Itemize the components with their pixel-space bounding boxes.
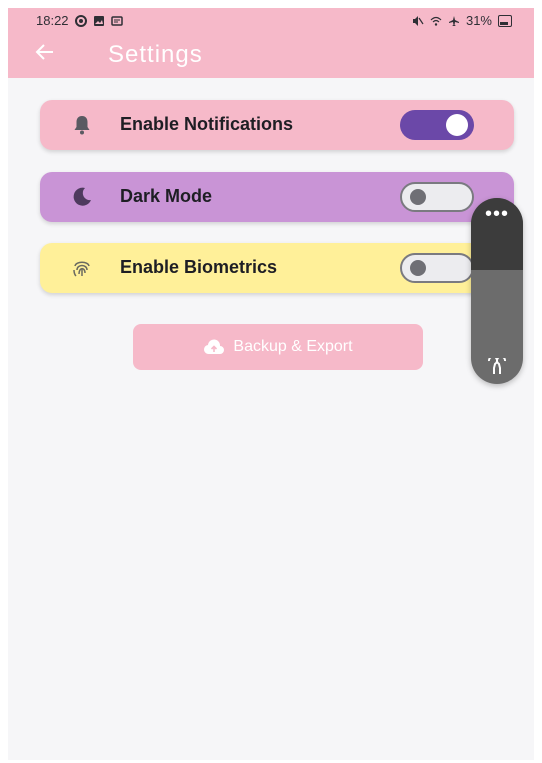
- arrow-left-icon: [35, 44, 53, 60]
- mute-icon: [412, 15, 424, 26]
- setting-label-biometrics: Enable Biometrics: [120, 257, 278, 277]
- fingerprint-icon: [73, 261, 90, 277]
- status-left: 18:22: [36, 13, 123, 28]
- dark-mode-toggle[interactable]: [400, 182, 474, 212]
- cloud-upload-icon: [204, 339, 225, 355]
- setting-card-biometrics[interactable]: Enable Biometrics: [40, 243, 514, 293]
- backup-export-button[interactable]: Backup & Export: [133, 324, 423, 370]
- status-bar: 18:22 31%: [8, 8, 534, 34]
- battery-icon: [498, 14, 512, 27]
- toggle-knob: [446, 114, 468, 136]
- battery-percentage: 31%: [465, 13, 492, 28]
- setting-card-notifications[interactable]: Enable Notifications: [40, 100, 514, 150]
- volume-panel[interactable]: •••: [471, 198, 523, 384]
- phone-screen: 18:22 31% Settings Enable Notifications …: [8, 8, 534, 760]
- toggle-knob: [410, 260, 426, 276]
- setting-card-dark-mode[interactable]: Dark Mode: [40, 172, 514, 222]
- message-notification-icon: [110, 15, 123, 26]
- moon-icon: [73, 187, 91, 206]
- back-button[interactable]: [34, 41, 62, 69]
- earbuds-icon[interactable]: [485, 358, 509, 376]
- toggle-knob: [410, 189, 426, 205]
- wifi-icon: [430, 16, 442, 26]
- notifications-toggle[interactable]: [400, 110, 474, 140]
- status-right: 31%: [412, 13, 512, 28]
- backup-export-label: Backup & Export: [233, 338, 353, 355]
- spiral-notification-icon: [74, 14, 87, 27]
- setting-label-notifications: Enable Notifications: [120, 114, 294, 134]
- airplane-mode-icon: [448, 15, 459, 26]
- app-bar: 18:22 31% Settings: [8, 8, 534, 78]
- setting-label-dark-mode: Dark Mode: [120, 186, 213, 206]
- image-notification-icon: [93, 15, 104, 26]
- page-title: Settings: [108, 41, 203, 68]
- status-time: 18:22: [36, 13, 69, 28]
- bell-icon: [74, 116, 90, 135]
- biometrics-toggle[interactable]: [400, 253, 474, 283]
- more-horizontal-icon[interactable]: •••: [471, 204, 523, 224]
